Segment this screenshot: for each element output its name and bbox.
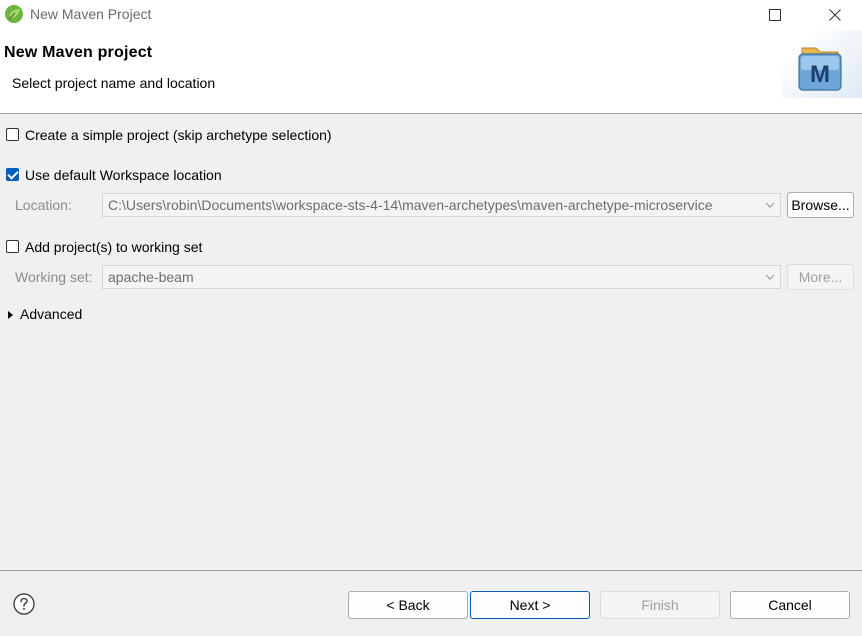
title-bar: New Maven Project — [0, 0, 862, 30]
help-icon[interactable] — [13, 593, 35, 615]
minimize-icon — [714, 14, 724, 16]
browse-button[interactable]: Browse... — [787, 192, 854, 218]
maven-logo-letter: M — [810, 61, 830, 88]
location-dropdown-button[interactable] — [760, 194, 780, 216]
close-button[interactable] — [812, 0, 858, 30]
location-value: C:\Users\robin\Documents\workspace-sts-4… — [108, 197, 713, 213]
chevron-down-icon — [765, 202, 775, 208]
maximize-icon — [769, 9, 781, 21]
more-button[interactable]: More... — [787, 264, 854, 290]
window-title: New Maven Project — [30, 6, 152, 22]
default-location-label: Use default Workspace location — [25, 167, 222, 183]
simple-project-label: Create a simple project (skip archetype … — [25, 127, 332, 143]
maven-logo-icon: M — [798, 47, 842, 91]
expand-arrow-icon[interactable] — [8, 311, 13, 319]
working-set-checkbox[interactable] — [6, 240, 19, 253]
wizard-banner: M — [782, 30, 862, 98]
page-title: New Maven project — [4, 44, 153, 61]
page-subtitle: Select project name and location — [12, 75, 216, 91]
location-combo[interactable]: C:\Users\robin\Documents\workspace-sts-4… — [102, 193, 781, 217]
footer-separator — [0, 570, 862, 571]
finish-button[interactable]: Finish — [600, 591, 720, 619]
wizard-header: New Maven project Select project name an… — [0, 30, 862, 114]
maximize-button[interactable] — [752, 0, 798, 30]
working-set-label: Working set: — [15, 269, 93, 285]
location-label: Location: — [15, 197, 72, 213]
working-set-toggle-label: Add project(s) to working set — [25, 239, 203, 255]
minimize-button[interactable] — [696, 0, 742, 30]
advanced-toggle[interactable]: Advanced — [20, 306, 82, 322]
working-set-value: apache-beam — [108, 269, 194, 285]
close-icon — [829, 9, 841, 21]
cancel-button[interactable]: Cancel — [730, 591, 850, 619]
simple-project-checkbox[interactable] — [6, 128, 19, 141]
chevron-down-icon — [765, 274, 775, 280]
next-button[interactable]: Next > — [470, 591, 590, 619]
default-location-checkbox[interactable] — [6, 168, 19, 181]
spring-leaf-icon — [5, 5, 23, 23]
back-button[interactable]: < Back — [348, 591, 468, 619]
working-set-combo[interactable]: apache-beam — [102, 265, 781, 289]
working-set-dropdown-button[interactable] — [760, 266, 780, 288]
